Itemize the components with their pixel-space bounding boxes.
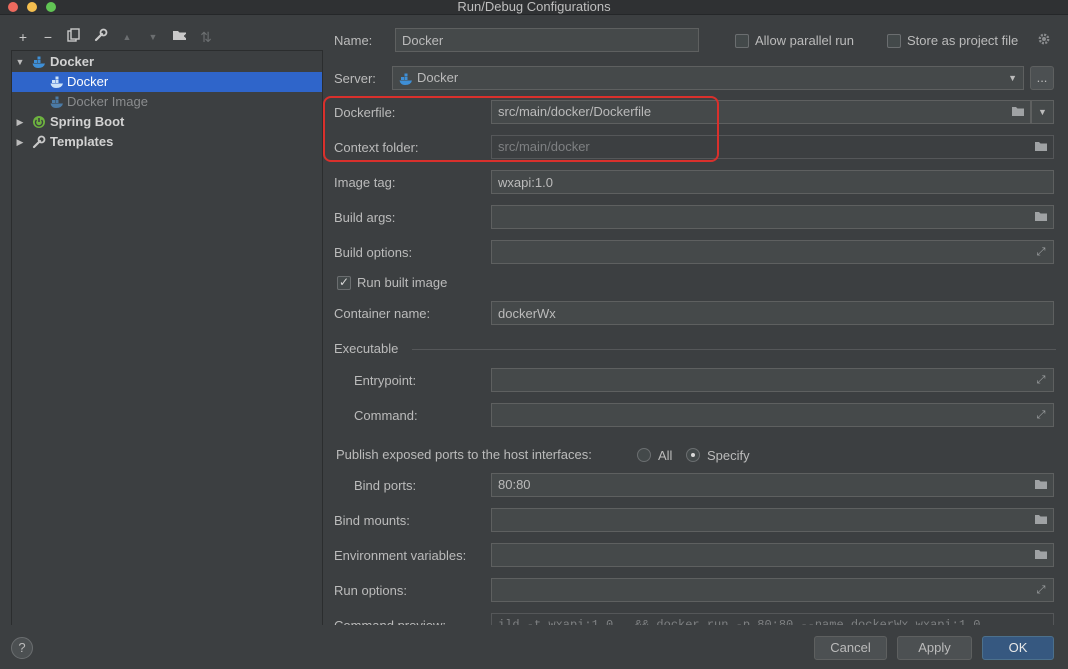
folder-icon[interactable] [1033, 548, 1049, 562]
chevron-down-icon: ▼ [1038, 107, 1047, 117]
folder-icon[interactable] [1033, 210, 1049, 224]
tree-item-label: Docker [67, 74, 109, 89]
container-name-input[interactable] [491, 301, 1054, 325]
build-options-label: Build options: [334, 245, 413, 260]
bind-ports-label: Bind ports: [354, 478, 417, 493]
publish-ports-label: Publish exposed ports to the host interf… [336, 447, 592, 462]
ports-all-radio[interactable] [637, 448, 651, 462]
expand-icon[interactable]: ⤢ [1033, 583, 1049, 597]
store-project-file-label: Store as project file [907, 33, 1019, 48]
build-options-input[interactable]: ⤢ [491, 240, 1054, 264]
run-built-image-checkbox[interactable] [337, 275, 351, 290]
ports-specify-radio[interactable] [686, 448, 700, 462]
ports-specify-label: Specify [707, 448, 750, 463]
container-name-label: Container name: [334, 306, 431, 321]
configuration-tree[interactable]: ▼ Docker Docker Docker Image ▶ Spring Bo… [11, 50, 323, 626]
dockerfile-dropdown-button[interactable]: ▼ [1031, 100, 1054, 124]
allow-parallel-label: Allow parallel run [755, 33, 854, 48]
dockerfile-value: src/main/docker/Dockerfile [498, 104, 652, 119]
name-input[interactable] [395, 28, 699, 52]
build-args-input[interactable] [491, 205, 1054, 229]
build-args-label: Build args: [334, 210, 396, 225]
window-title: Run/Debug Configurations [457, 0, 611, 14]
docker-image-icon [50, 95, 64, 109]
docker-icon [32, 55, 46, 69]
wrench-icon[interactable] [92, 28, 110, 46]
dockerfile-label: Dockerfile: [334, 105, 396, 120]
image-tag-label: Image tag: [334, 175, 396, 190]
server-dropdown[interactable]: Docker ▼ [392, 66, 1024, 90]
tree-group-docker[interactable]: ▼ Docker [12, 52, 322, 72]
dockerfile-input[interactable]: src/main/docker/Dockerfile [491, 100, 1031, 124]
executable-separator [412, 349, 1056, 350]
tree-item-docker-config[interactable]: Docker [12, 72, 322, 92]
run-options-label: Run options: [334, 583, 407, 598]
expand-icon[interactable]: ⤢ [1033, 408, 1049, 422]
expand-arrow-icon[interactable]: ▼ [15, 52, 25, 72]
folder-icon[interactable] [1033, 140, 1049, 154]
command-label: Command: [354, 408, 418, 423]
docker-icon [50, 75, 64, 89]
entrypoint-input[interactable]: ⤢ [491, 368, 1054, 392]
expand-icon[interactable]: ⤢ [1033, 373, 1049, 387]
tree-item-label: Spring Boot [50, 114, 125, 129]
run-options-input[interactable]: ⤢ [491, 578, 1054, 602]
bind-mounts-label: Bind mounts: [334, 513, 410, 528]
server-label: Server: [334, 71, 376, 86]
spring-boot-icon [32, 115, 46, 129]
collapse-arrow-icon[interactable]: ▶ [15, 112, 25, 132]
sort-icon[interactable]: ⇅ [197, 28, 215, 46]
folder-icon[interactable] [1010, 105, 1026, 119]
plus-icon[interactable]: + [14, 28, 32, 46]
folder-icon[interactable] [1033, 513, 1049, 527]
ok-button[interactable]: OK [982, 636, 1054, 660]
image-tag-input[interactable] [491, 170, 1054, 194]
bind-ports-input[interactable]: 80:80 [491, 473, 1054, 497]
docker-icon [399, 71, 413, 85]
arrow-up-icon[interactable]: ▲ [118, 28, 136, 46]
tree-group-spring-boot[interactable]: ▶ Spring Boot [12, 112, 322, 132]
server-value: Docker [417, 70, 459, 85]
tree-item-docker-image[interactable]: Docker Image [12, 92, 322, 112]
context-folder-value: src/main/docker [498, 139, 590, 154]
folder-icon[interactable] [1033, 478, 1049, 492]
bind-ports-value: 80:80 [498, 477, 531, 492]
store-project-file-checkbox[interactable] [887, 34, 901, 48]
copy-icon[interactable] [65, 28, 83, 46]
apply-button[interactable]: Apply [897, 636, 972, 660]
cancel-button[interactable]: Cancel [814, 636, 887, 660]
context-folder-label: Context folder: [334, 140, 419, 155]
dialog-footer: ? Cancel Apply OK [0, 625, 1068, 669]
tree-item-label: Templates [50, 134, 114, 149]
gear-icon[interactable] [1037, 32, 1051, 46]
title-bar: Run/Debug Configurations [0, 0, 1068, 15]
run-built-image-label: Run built image [357, 275, 448, 290]
bind-mounts-input[interactable] [491, 508, 1054, 532]
help-button[interactable]: ? [11, 637, 33, 659]
minus-icon[interactable]: − [39, 28, 57, 46]
folder-plus-icon[interactable] [171, 28, 189, 46]
allow-parallel-checkbox[interactable] [735, 34, 749, 48]
arrow-down-icon[interactable]: ▼ [144, 28, 162, 46]
env-vars-input[interactable] [491, 543, 1054, 567]
executable-section-title: Executable [334, 341, 399, 356]
tree-item-label: Docker Image [67, 94, 148, 109]
chevron-down-icon: ▼ [1008, 73, 1017, 83]
collapse-arrow-icon[interactable]: ▶ [15, 132, 25, 152]
wrench-icon [32, 135, 46, 149]
expand-icon[interactable]: ⤢ [1033, 245, 1049, 259]
tree-group-templates[interactable]: ▶ Templates [12, 132, 322, 152]
ports-all-label: All [658, 448, 673, 463]
server-more-button[interactable]: ... [1030, 66, 1054, 90]
name-label: Name: [334, 33, 373, 48]
context-folder-input[interactable]: src/main/docker [491, 135, 1054, 159]
entrypoint-label: Entrypoint: [354, 373, 417, 388]
env-vars-label: Environment variables: [334, 548, 467, 563]
tree-item-label: Docker [50, 54, 95, 69]
command-input[interactable]: ⤢ [491, 403, 1054, 427]
